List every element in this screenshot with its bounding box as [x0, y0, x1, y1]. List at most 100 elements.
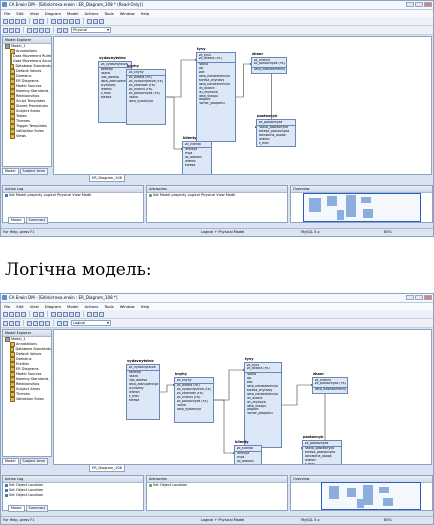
entity-e4[interactable]: zhanr vd_zhanru vd_postavnyka (FK) data_nad… [312, 372, 348, 394]
entity-e3[interactable]: tyvy vd_tyvu vd_avtora (FK) nazva pip stat dat… [244, 357, 282, 448]
log-entry[interactable]: Set Model property Logical Physical View… [5, 193, 143, 198]
display-keys-icon[interactable] [63, 27, 68, 33]
tab-model[interactable]: Model [8, 217, 25, 224]
attribute[interactable]: data_vydannya [177, 408, 212, 412]
view-tool-icon[interactable] [69, 311, 74, 317]
menu-tools[interactable]: Tools [104, 10, 113, 17]
attribute[interactable]: e_mail [305, 463, 340, 464]
menu-window[interactable]: Window [120, 10, 135, 17]
redo-icon[interactable] [39, 18, 44, 24]
display-keys-icon[interactable] [63, 320, 68, 326]
attribute[interactable]: adresa [185, 164, 210, 168]
relationship-tool-icon[interactable] [63, 311, 68, 317]
menu-window[interactable]: Window [120, 303, 135, 310]
relationship-line[interactable] [166, 59, 196, 98]
menu-diagram[interactable]: Diagram [45, 303, 61, 310]
zoom-in-icon[interactable] [87, 311, 92, 317]
entity-e5[interactable]: klienty vd_klientafamiliyaimyapo_batkovit… [234, 440, 262, 465]
menu-file[interactable]: File [4, 10, 10, 17]
print-icon[interactable] [21, 18, 26, 24]
close-button[interactable] [424, 2, 432, 7]
entity-e6[interactable]: postavnyk vd_postavnyka nazva_postavnyka ad… [302, 435, 342, 464]
select-pointer-icon[interactable] [51, 311, 56, 317]
text-tool-icon[interactable] [75, 311, 80, 317]
minimize-button[interactable] [406, 2, 414, 7]
menu-view[interactable]: View [30, 303, 39, 310]
view-mode-select[interactable]: Physical [71, 27, 111, 33]
relationship-line[interactable] [282, 384, 312, 406]
tab-model[interactable]: Model [2, 458, 19, 465]
key-attribute[interactable]: vd_postavnyka [259, 121, 294, 125]
attribute[interactable]: e_mail [259, 142, 294, 146]
fit-icon[interactable] [99, 18, 104, 24]
entity-e6[interactable]: postavnyk vd_postavnyka nazva_postavnyka ad… [256, 114, 296, 148]
diagram-canvas[interactable]: vydavnytstvo vd_vydavnytstva korotkyi nazva… [53, 36, 432, 175]
menu-help[interactable]: Help [141, 303, 150, 310]
key-attribute[interactable]: vd_postavnyka (FK) [254, 62, 285, 66]
tree-node[interactable]: Views [5, 134, 51, 139]
font-icon[interactable] [27, 27, 32, 33]
menu-edit[interactable]: Edit [16, 10, 23, 17]
open-icon[interactable] [9, 18, 14, 24]
zoom-out-icon[interactable] [93, 18, 98, 24]
key-attribute[interactable]: vd_avtora (FK) [199, 57, 234, 61]
menu-edit[interactable]: Edit [16, 303, 23, 310]
menu-model[interactable]: Model [67, 303, 78, 310]
close-button[interactable] [424, 295, 432, 300]
display-level-icon[interactable] [57, 27, 62, 33]
key-attribute[interactable]: vd_postavnyka (FK) [315, 382, 346, 386]
forward-engineer-icon[interactable] [3, 27, 8, 33]
diagram-canvas[interactable]: vydavnytstvo vd_vydavnytstva korotkyi nazva… [53, 329, 432, 465]
menu-help[interactable]: Help [141, 10, 150, 17]
attribute[interactable]: data_nadhodzhennya [315, 388, 346, 392]
key-attribute[interactable]: vd_postavnyka [305, 442, 340, 446]
menu-view[interactable]: View [30, 10, 39, 17]
save-icon[interactable] [15, 311, 20, 317]
relationship-line[interactable] [214, 399, 234, 454]
menu-actions[interactable]: Actions [84, 10, 98, 17]
view-mode-select[interactable]: Logical [71, 320, 111, 326]
menu-model[interactable]: Model [67, 10, 78, 17]
entity-tool-icon[interactable] [57, 18, 62, 24]
entity-tool-icon[interactable] [57, 311, 62, 317]
entity-e2[interactable]: knyhy vd_knyhy vd_avtora (FK) vd_vydavnytst… [174, 372, 214, 423]
color-icon[interactable] [33, 320, 38, 326]
new-icon[interactable] [3, 311, 8, 317]
attribute[interactable]: telefon [237, 464, 260, 465]
text-tool-icon[interactable] [75, 18, 80, 24]
attribute[interactable]: data_vydannya [129, 100, 164, 104]
relationship-line[interactable] [166, 96, 182, 150]
tab-model[interactable]: Model [2, 168, 19, 175]
key-attribute[interactable]: vd_avtora (FK) [247, 367, 280, 371]
attribute[interactable]: nomer_pasportu [199, 102, 234, 106]
attribute[interactable]: data_nadhodzhennya [254, 68, 285, 72]
tree-node[interactable]: Validation Rules [5, 397, 51, 402]
diagram-tab[interactable]: ER_Diagram_108 [89, 175, 125, 182]
log-entry[interactable]: Set Object Location [5, 493, 143, 498]
forward-engineer-icon[interactable] [3, 320, 8, 326]
tab-model[interactable]: Model [8, 505, 25, 512]
entity-e3[interactable]: tyvy vd_tyvu vd_avtora (FK) nazva pip stat dat… [196, 47, 236, 142]
tab-subject-area[interactable]: Subject Area [19, 458, 48, 465]
complete-compare-icon[interactable] [15, 27, 20, 33]
tab-summary[interactable]: Summary [25, 505, 49, 512]
key-attribute[interactable]: vd_klienta [237, 447, 260, 451]
overview-viewport-frame[interactable] [321, 482, 421, 510]
key-attribute[interactable]: vd_vydavnytstva [101, 63, 130, 67]
menu-diagram[interactable]: Diagram [45, 10, 61, 17]
diagram-tab[interactable]: ER_Diagram_108 [89, 465, 125, 472]
new-icon[interactable] [3, 18, 8, 24]
save-icon[interactable] [15, 18, 20, 24]
key-attribute[interactable]: vd_knyhy [177, 379, 212, 383]
attribute[interactable]: adresa [129, 399, 158, 403]
relationship-line[interactable] [214, 369, 244, 401]
tab-subject-area[interactable]: Subject Area [19, 168, 48, 175]
maximize-button[interactable] [415, 295, 423, 300]
log-entry[interactable]: Set Model property Logical Physical View… [149, 193, 287, 198]
print-icon[interactable] [21, 311, 26, 317]
tab-summary[interactable]: Summary [25, 217, 49, 224]
key-attribute[interactable]: vd_vydavnytstva [129, 366, 158, 370]
key-attribute[interactable]: vd_klienta [185, 143, 210, 147]
fill-color-icon[interactable] [45, 320, 50, 326]
menu-tools[interactable]: Tools [104, 303, 113, 310]
